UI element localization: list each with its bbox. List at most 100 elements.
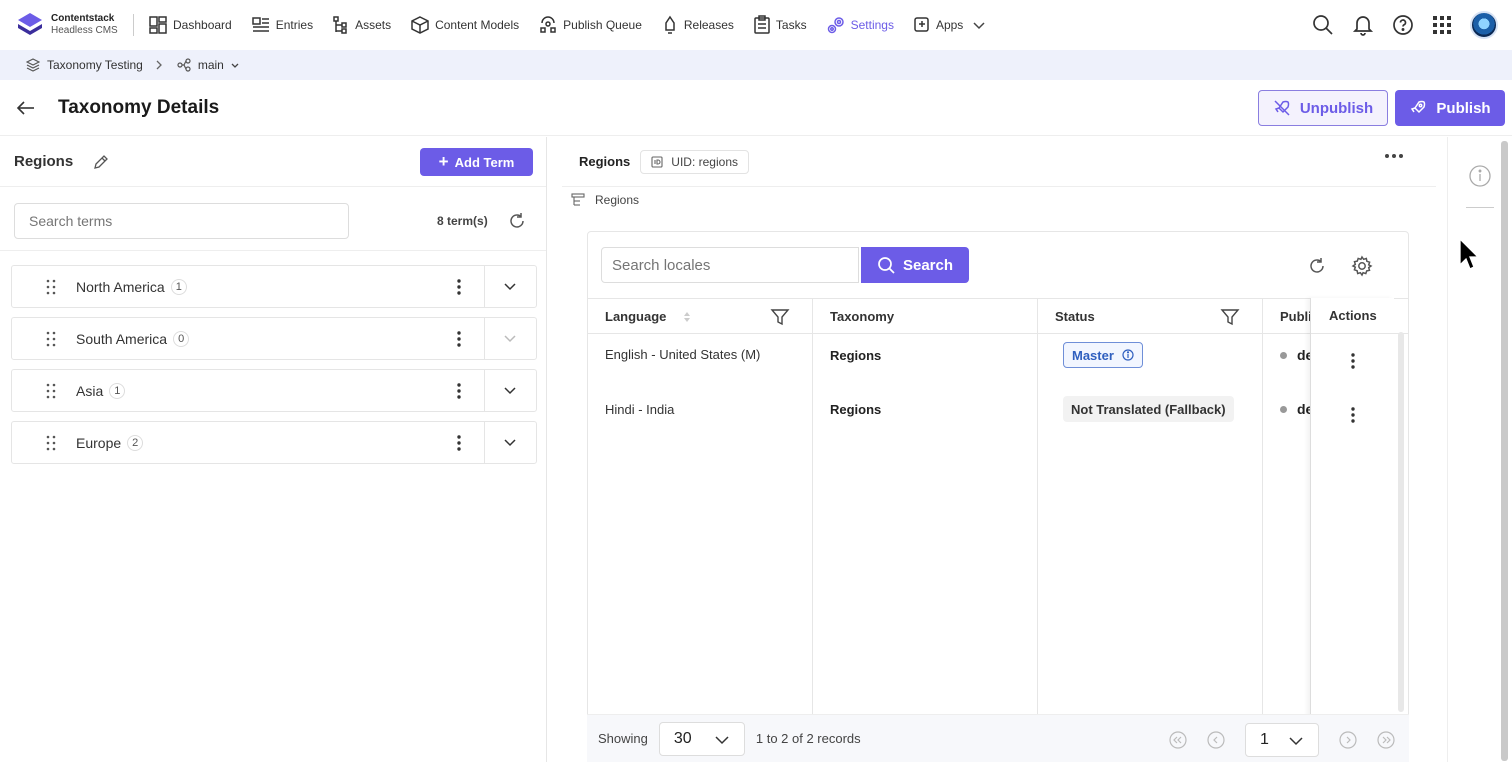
terms-panel: Regions + Add Term 8 term(s) North Ameri… — [0, 137, 547, 762]
chevron-down-icon[interactable] — [503, 435, 517, 449]
chevron-down-icon[interactable] — [503, 279, 517, 293]
row-actions-kebab-icon[interactable] — [1350, 352, 1356, 370]
pencil-icon[interactable] — [93, 154, 109, 170]
col-language[interactable]: Language — [605, 299, 692, 334]
last-page-icon[interactable] — [1377, 731, 1395, 749]
search-icon[interactable] — [1312, 14, 1334, 36]
first-page-icon[interactable] — [1169, 731, 1187, 749]
col-published[interactable]: Publi — [1280, 299, 1312, 334]
term-row[interactable]: South America 0 — [11, 317, 537, 360]
col-actions: Actions — [1329, 298, 1377, 333]
term-name: Europe — [76, 434, 122, 451]
nav-content-models[interactable]: Content Models — [410, 15, 519, 35]
term-child-count: 2 — [127, 434, 144, 451]
search-button-label: Search — [902, 256, 954, 274]
uid-chip[interactable]: UID: regions — [640, 149, 749, 174]
publish-label: Publish — [1436, 99, 1491, 117]
page-title: Taxonomy Details — [58, 96, 220, 118]
term-row[interactable]: Europe 2 — [11, 421, 537, 464]
status-label: Master — [1072, 347, 1114, 363]
nav-assets[interactable]: Assets — [332, 15, 391, 35]
nav-label: Entries — [275, 18, 314, 32]
top-navigation: Contentstack Headless CMS Dashboard Entr… — [0, 0, 1512, 50]
filter-icon[interactable] — [1220, 307, 1240, 327]
brand[interactable]: Contentstack Headless CMS — [0, 12, 133, 38]
contentstack-logo-icon — [18, 13, 42, 35]
drag-handle-icon[interactable] — [46, 279, 56, 295]
term-row[interactable]: Asia 1 — [11, 369, 537, 412]
page-number-select[interactable]: 1 — [1245, 723, 1319, 757]
drag-handle-icon[interactable] — [46, 435, 56, 451]
cube-icon — [411, 16, 429, 34]
nav-label: Releases — [683, 18, 734, 32]
search-button[interactable]: Search — [861, 247, 969, 283]
column-divider[interactable] — [812, 298, 813, 738]
row-actions-kebab-icon[interactable] — [1350, 406, 1356, 424]
kebab-menu-icon[interactable] — [456, 434, 462, 452]
vertical-scrollbar[interactable] — [1398, 332, 1404, 712]
info-icon[interactable] — [1122, 349, 1134, 361]
filter-icon[interactable] — [770, 307, 790, 327]
chevron-down-icon[interactable] — [503, 383, 517, 397]
divider — [484, 422, 485, 463]
more-horizontal-icon[interactable] — [1384, 153, 1404, 159]
kebab-menu-icon[interactable] — [456, 330, 462, 348]
search-icon — [878, 257, 895, 274]
drag-handle-icon[interactable] — [46, 331, 56, 347]
unpublish-label: Unpublish — [1299, 99, 1374, 117]
breadcrumb-stack[interactable]: Taxonomy Testing — [26, 58, 143, 72]
nav-publish-queue[interactable]: Publish Queue — [538, 15, 642, 35]
kebab-menu-icon[interactable] — [456, 382, 462, 400]
previous-page-icon[interactable] — [1207, 731, 1225, 749]
pagination-footer: Showing 30 1 to 2 of 2 records 1 — [587, 714, 1409, 762]
term-row[interactable]: North America 1 — [11, 265, 537, 308]
table-row-language: Hindi - India — [605, 402, 674, 417]
records-summary: 1 to 2 of 2 records — [755, 731, 861, 746]
refresh-icon[interactable] — [1307, 256, 1327, 276]
publish-button[interactable]: Publish — [1395, 90, 1505, 126]
column-divider[interactable] — [1262, 298, 1263, 738]
nav-apps[interactable]: Apps — [913, 16, 992, 34]
vertical-scrollbar[interactable] — [1501, 141, 1508, 761]
add-term-button[interactable]: + Add Term — [420, 148, 533, 176]
back-arrow-icon[interactable] — [16, 98, 36, 118]
chevron-right-icon — [156, 60, 162, 70]
settings-gear-icon[interactable] — [1351, 255, 1373, 277]
kebab-menu-icon[interactable] — [456, 278, 462, 296]
drag-handle-icon[interactable] — [46, 383, 56, 399]
avatar[interactable] — [1470, 11, 1498, 39]
status-badge: Not Translated (Fallback) — [1063, 396, 1234, 422]
sort-icon[interactable] — [682, 311, 692, 323]
term-child-count: 1 — [109, 382, 126, 399]
page-size-select[interactable]: 30 — [658, 721, 745, 756]
brand-name: Contentstack — [51, 13, 115, 24]
info-icon[interactable] — [1469, 165, 1491, 187]
grid-icon[interactable] — [1432, 15, 1452, 35]
refresh-icon[interactable] — [507, 211, 527, 231]
pager: 1 — [1169, 723, 1415, 757]
locales-panel: Regions UID: regions Regions Search Lang… — [562, 137, 1436, 762]
breadcrumb: Taxonomy Testing main — [0, 50, 1512, 80]
bell-icon[interactable] — [1352, 14, 1374, 36]
col-taxonomy[interactable]: Taxonomy — [830, 299, 894, 334]
nav-label: Content Models — [435, 18, 520, 32]
apps-icon — [914, 17, 929, 32]
unpublish-button[interactable]: Unpublish — [1258, 90, 1388, 126]
column-divider[interactable] — [1037, 298, 1038, 738]
table-row-taxonomy: Regions — [830, 402, 882, 417]
nav-releases[interactable]: Releases — [661, 15, 734, 35]
next-page-icon[interactable] — [1339, 731, 1357, 749]
taxonomy-breadcrumb[interactable]: Regions — [571, 193, 639, 207]
search-locales-input[interactable] — [601, 247, 859, 283]
nav-tasks[interactable]: Tasks — [753, 15, 807, 35]
chevron-down-icon — [231, 63, 239, 68]
breadcrumb-branch[interactable]: main — [177, 58, 248, 72]
search-terms-input[interactable] — [14, 203, 349, 239]
help-icon[interactable] — [1392, 14, 1414, 36]
term-child-count: 1 — [170, 278, 187, 295]
nav-dashboard[interactable]: Dashboard — [148, 15, 232, 35]
nav-settings[interactable]: Settings — [826, 15, 894, 35]
plus-icon: + — [438, 152, 449, 171]
col-status[interactable]: Status — [1055, 299, 1095, 334]
nav-entries[interactable]: Entries — [251, 15, 313, 35]
